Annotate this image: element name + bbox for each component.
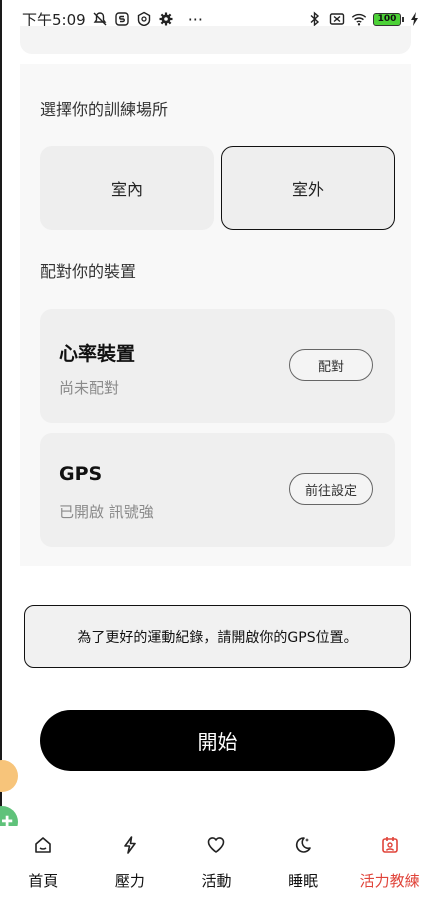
coach-icon <box>379 834 401 856</box>
nav-item-home[interactable]: 首頁 <box>0 826 87 904</box>
start-button[interactable]: 開始 <box>40 710 395 771</box>
device-card-heart-rate: 心率裝置 尚未配對 配對 <box>40 309 395 423</box>
gps-notice: 為了更好的運動紀錄，請開啟你的GPS位置。 <box>24 605 411 668</box>
no-sim-icon <box>329 11 345 27</box>
device-status: 已開啟 訊號強 <box>59 503 154 521</box>
nav-item-coach[interactable]: 活力教練 <box>346 826 433 904</box>
charging-icon <box>407 11 423 27</box>
nav-label: 壓力 <box>114 872 145 890</box>
device-name: GPS <box>59 463 103 485</box>
location-option-outdoor[interactable]: 室外 <box>221 146 395 230</box>
settings-panel: 選擇你的訓練場所 室內 室外 配對你的裝置 心率裝置 尚未配對 配對 GPS 已… <box>20 64 411 566</box>
bottom-nav: 首頁 壓力 活動 睡眠 活力教練 <box>0 826 433 904</box>
nav-label: 睡眠 <box>288 872 319 890</box>
nav-label: 活動 <box>201 872 232 890</box>
device-status: 尚未配對 <box>59 379 120 397</box>
nav-label: 首頁 <box>28 872 59 890</box>
screen: 下午5:09 ··· 100 選擇你的訓練場所 室內 室外 配對你的裝置 心率裝… <box>0 0 433 904</box>
moon-icon <box>292 834 314 856</box>
wifi-icon <box>351 11 367 27</box>
go-to-settings-button[interactable]: 前往設定 <box>289 473 373 505</box>
lightning-icon <box>119 834 141 856</box>
nav-item-activity[interactable]: 活動 <box>173 826 260 904</box>
pair-button[interactable]: 配對 <box>289 349 373 381</box>
location-option-label: 室內 <box>110 180 143 199</box>
location-section-title: 選擇你的訓練場所 <box>40 100 169 119</box>
location-option-indoor[interactable]: 室內 <box>40 146 214 230</box>
battery-indicator: 100 <box>373 12 404 26</box>
device-name: 心率裝置 <box>59 343 136 365</box>
gps-notice-text: 為了更好的運動紀錄，請開啟你的GPS位置。 <box>77 629 358 646</box>
shield-icon <box>136 11 152 27</box>
gear-icon <box>158 11 174 27</box>
nav-item-stress[interactable]: 壓力 <box>87 826 174 904</box>
status-right: 100 <box>307 11 423 27</box>
home-icon <box>32 834 54 856</box>
device-card-gps: GPS 已開啟 訊號強 前往設定 <box>40 433 395 547</box>
bluetooth-icon <box>307 11 323 27</box>
mute-icon <box>92 11 108 27</box>
previous-card <box>20 26 411 54</box>
nav-item-sleep[interactable]: 睡眠 <box>260 826 347 904</box>
floating-bubble-orange[interactable] <box>0 760 18 792</box>
s-app-icon <box>114 11 130 27</box>
devices-section-title: 配對你的裝置 <box>40 262 137 281</box>
heart-icon <box>205 834 227 856</box>
nav-label: 活力教練 <box>359 872 420 890</box>
location-option-label: 室外 <box>291 180 324 199</box>
